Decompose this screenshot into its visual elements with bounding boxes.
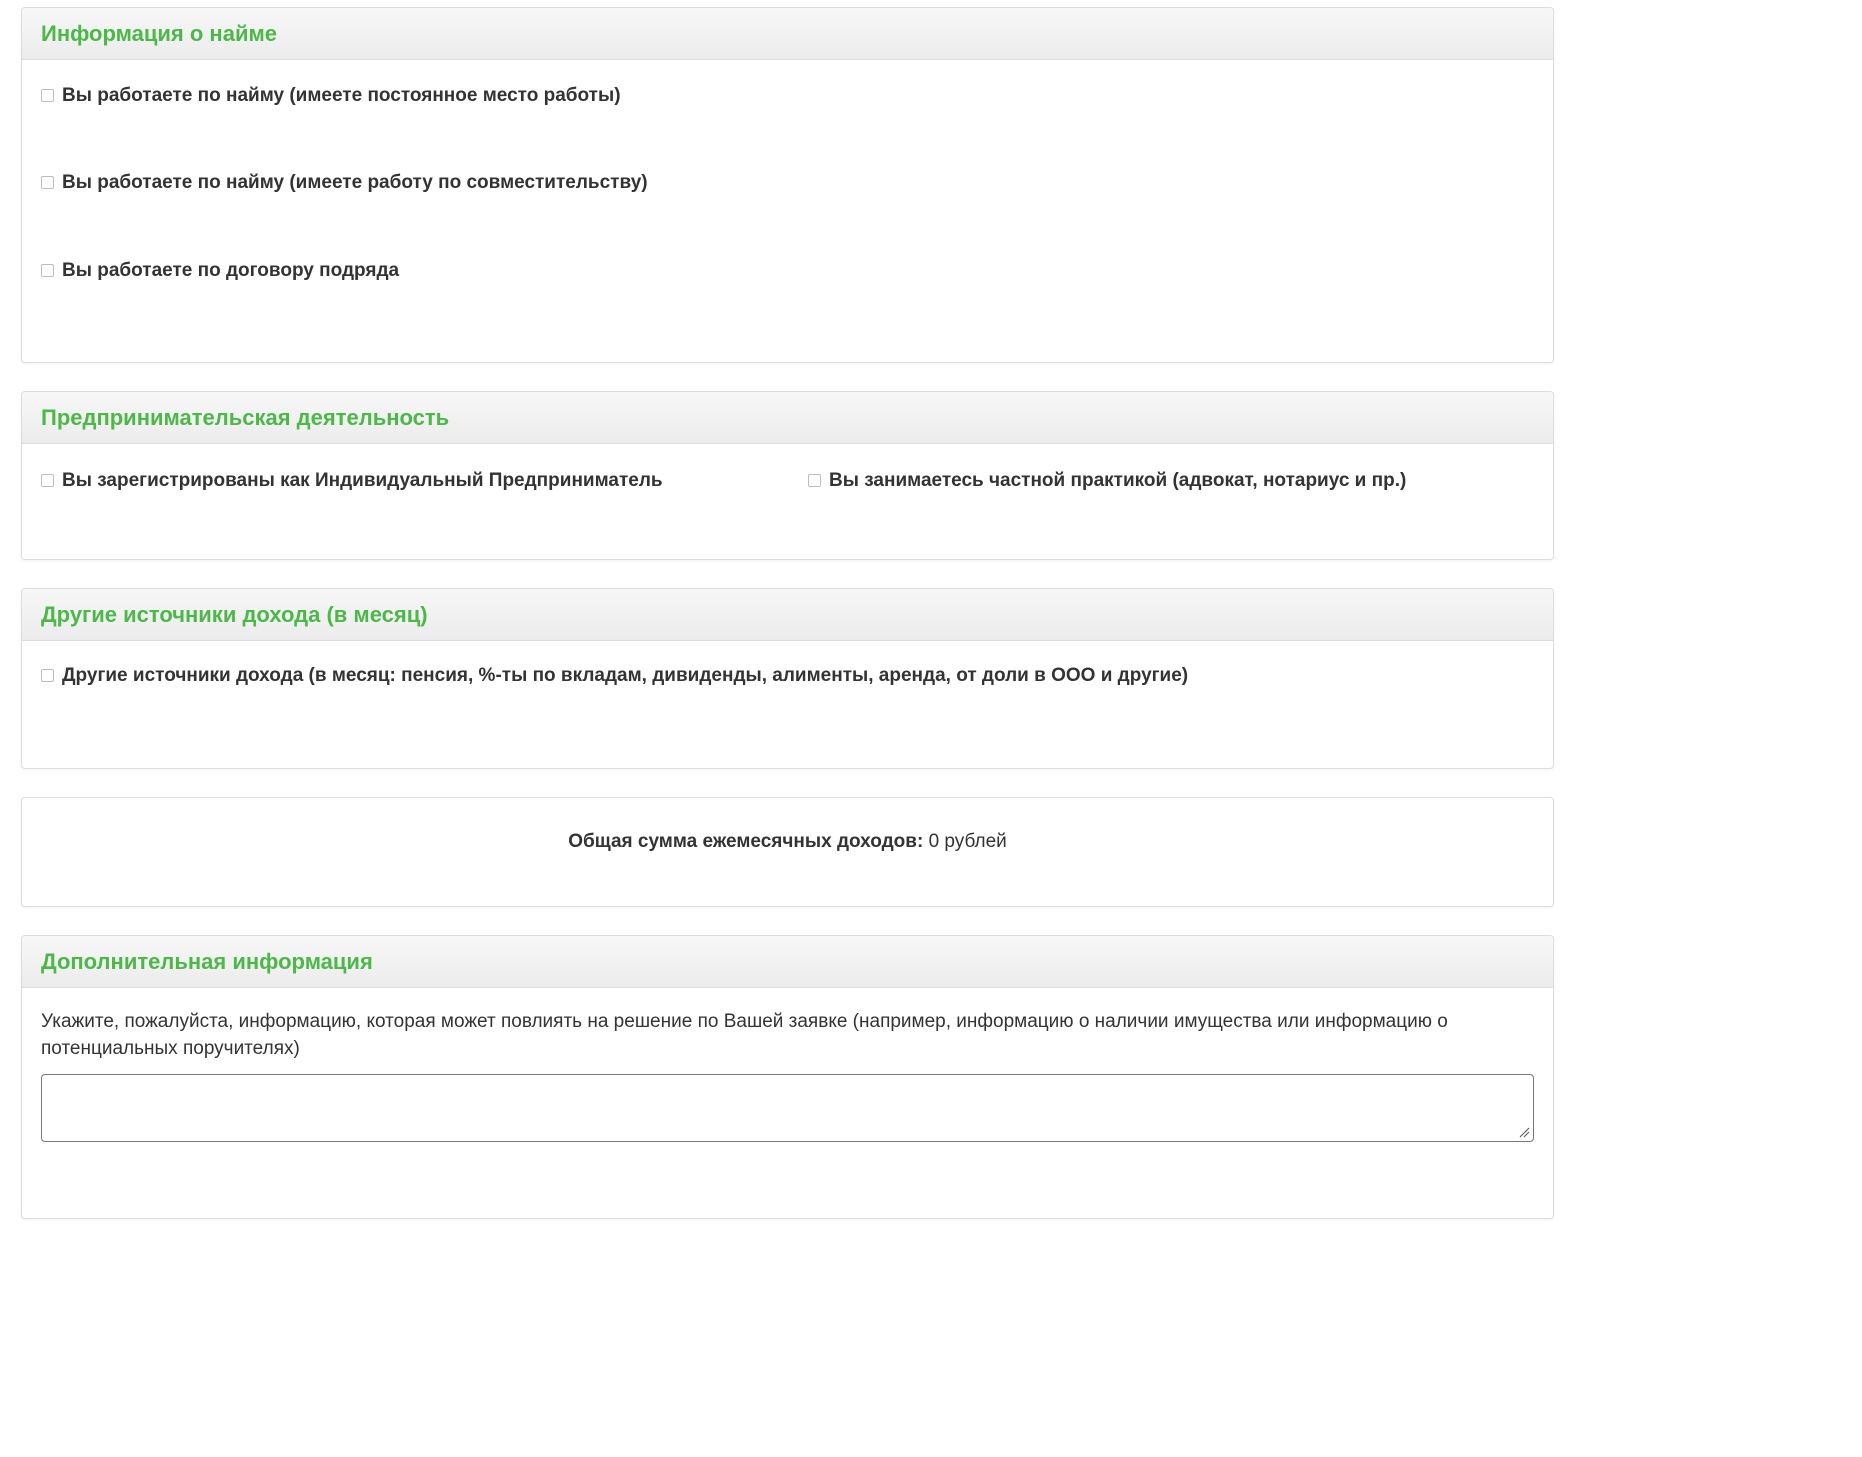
employment-panel: Информация о найме Вы работаете по найму… bbox=[21, 7, 1554, 363]
employment-permanent-label: Вы работаете по найму (имеете постоянное… bbox=[62, 85, 621, 106]
business-panel: Предпринимательская деятельность Вы заре… bbox=[21, 391, 1554, 560]
total-income-value: 0 рублей bbox=[928, 831, 1007, 852]
employment-parttime-checkbox[interactable] bbox=[41, 176, 54, 189]
employment-panel-heading: Информация о найме bbox=[22, 8, 1553, 60]
other-income-option[interactable]: Другие источники дохода (в месяц: пенсия… bbox=[41, 666, 1188, 685]
total-income-line: Общая сумма ежемесячных доходов: 0 рубле… bbox=[22, 832, 1553, 851]
employment-panel-title: Информация о найме bbox=[41, 20, 277, 46]
additional-panel-heading: Дополнительная информация bbox=[22, 936, 1553, 988]
employment-parttime-label: Вы работаете по найму (имеете работу по … bbox=[62, 172, 648, 193]
other-income-panel: Другие источники дохода (в месяц) Другие… bbox=[21, 588, 1554, 769]
employment-permanent-checkbox[interactable] bbox=[41, 89, 54, 102]
employment-parttime-option[interactable]: Вы работаете по найму (имеете работу по … bbox=[41, 173, 648, 192]
business-panel-title: Предпринимательская деятельность bbox=[41, 404, 450, 430]
total-panel: Общая сумма ежемесячных доходов: 0 рубле… bbox=[21, 797, 1554, 907]
other-income-panel-title: Другие источники дохода (в месяц) bbox=[41, 601, 428, 627]
other-income-checkbox[interactable] bbox=[41, 669, 54, 682]
business-entrepreneur-label: Вы зарегистрированы как Индивидуальный П… bbox=[62, 470, 663, 491]
business-private-practice-checkbox[interactable] bbox=[808, 474, 821, 487]
additional-info-textarea[interactable] bbox=[41, 1074, 1534, 1142]
business-entrepreneur-option[interactable]: Вы зарегистрированы как Индивидуальный П… bbox=[41, 471, 663, 490]
employment-contract-checkbox[interactable] bbox=[41, 264, 54, 277]
additional-help-text: Укажите, пожалуйста, информацию, которая… bbox=[41, 1011, 1448, 1059]
total-income-label: Общая сумма ежемесячных доходов: bbox=[568, 831, 924, 852]
business-entrepreneur-checkbox[interactable] bbox=[41, 474, 54, 487]
business-private-practice-option[interactable]: Вы занимаетесь частной практикой (адвока… bbox=[808, 471, 1406, 490]
additional-panel: Дополнительная информация Укажите, пожал… bbox=[21, 935, 1554, 1219]
other-income-label: Другие источники дохода (в месяц: пенсия… bbox=[62, 665, 1189, 686]
employment-permanent-option[interactable]: Вы работаете по найму (имеете постоянное… bbox=[41, 86, 621, 105]
resize-grip-icon[interactable] bbox=[1518, 1126, 1530, 1138]
business-panel-heading: Предпринимательская деятельность bbox=[22, 392, 1553, 444]
business-private-practice-label: Вы занимаетесь частной практикой (адвока… bbox=[829, 470, 1407, 491]
other-income-panel-heading: Другие источники дохода (в месяц) bbox=[22, 589, 1553, 641]
additional-panel-title: Дополнительная информация bbox=[41, 948, 373, 974]
employment-contract-label: Вы работаете по договору подряда bbox=[62, 260, 400, 281]
employment-contract-option[interactable]: Вы работаете по договору подряда bbox=[41, 261, 399, 280]
